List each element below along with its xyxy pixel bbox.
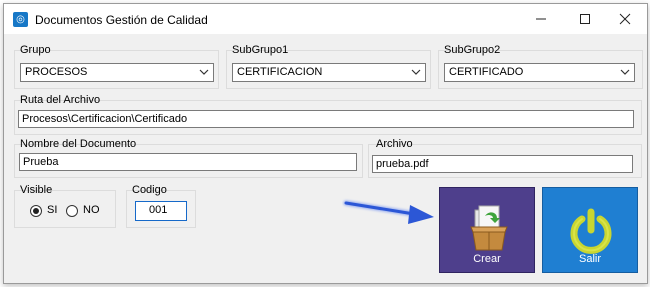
subgrupo1-value: CERTIFICACION: [237, 66, 323, 78]
minimize-button[interactable]: [519, 4, 563, 34]
codigo-label: Codigo: [132, 184, 167, 196]
window-title: Documentos Gestión de Calidad: [35, 13, 208, 27]
crear-label: Crear: [473, 253, 501, 265]
salir-label: Salir: [578, 253, 601, 265]
ruta-label: Ruta del Archivo: [20, 94, 101, 106]
salir-button[interactable]: Salir: [542, 187, 638, 273]
nombre-value: Prueba: [23, 156, 59, 168]
cardboard-box-icon: [470, 205, 508, 251]
grupo-value: PROCESOS: [25, 66, 88, 78]
chevron-down-icon: [199, 69, 209, 75]
codigo-field[interactable]: 001: [135, 201, 187, 221]
archivo-value: prueba.pdf: [376, 158, 429, 170]
maximize-icon: [580, 14, 590, 24]
codigo-value: 001: [149, 204, 168, 216]
main-window: ◎ Documentos Gestión de Calidad Grupo PR…: [3, 3, 648, 284]
subgrupo2-label: SubGrupo2: [444, 44, 501, 56]
chevron-down-icon: [620, 69, 630, 75]
visible-si-radio[interactable]: [30, 205, 42, 217]
chevron-down-icon: [411, 69, 421, 75]
visible-label: Visible: [20, 184, 53, 196]
subgrupo2-value: CERTIFICADO: [449, 66, 524, 78]
archivo-field[interactable]: prueba.pdf: [372, 155, 633, 173]
visible-no-label: NO: [83, 204, 100, 216]
subgrupo1-select[interactable]: CERTIFICACION: [232, 63, 426, 82]
visible-no-radio[interactable]: [66, 205, 78, 217]
ruta-field[interactable]: Procesos\Certificacion\Certificado: [18, 110, 634, 128]
nombre-label: Nombre del Documento: [20, 138, 137, 150]
archivo-label: Archivo: [376, 138, 413, 150]
power-icon: [570, 208, 612, 254]
maximize-button[interactable]: [563, 4, 607, 34]
subgrupo1-label: SubGrupo1: [232, 44, 289, 56]
arrow-pointer-icon: [343, 200, 434, 224]
grupo-label: Grupo: [20, 44, 51, 56]
close-button[interactable]: [603, 4, 647, 34]
close-icon: [619, 13, 631, 25]
title-bar: ◎ Documentos Gestión de Calidad: [4, 4, 647, 34]
app-icon: ◎: [13, 12, 28, 27]
ruta-value: Procesos\Certificacion\Certificado: [22, 113, 188, 125]
subgrupo2-select[interactable]: CERTIFICADO: [444, 63, 635, 82]
visible-si-label: SI: [47, 204, 58, 216]
nombre-field[interactable]: Prueba: [19, 153, 357, 171]
grupo-select[interactable]: PROCESOS: [20, 63, 214, 82]
crear-button[interactable]: Crear: [439, 187, 535, 273]
minimize-icon: [536, 18, 546, 20]
